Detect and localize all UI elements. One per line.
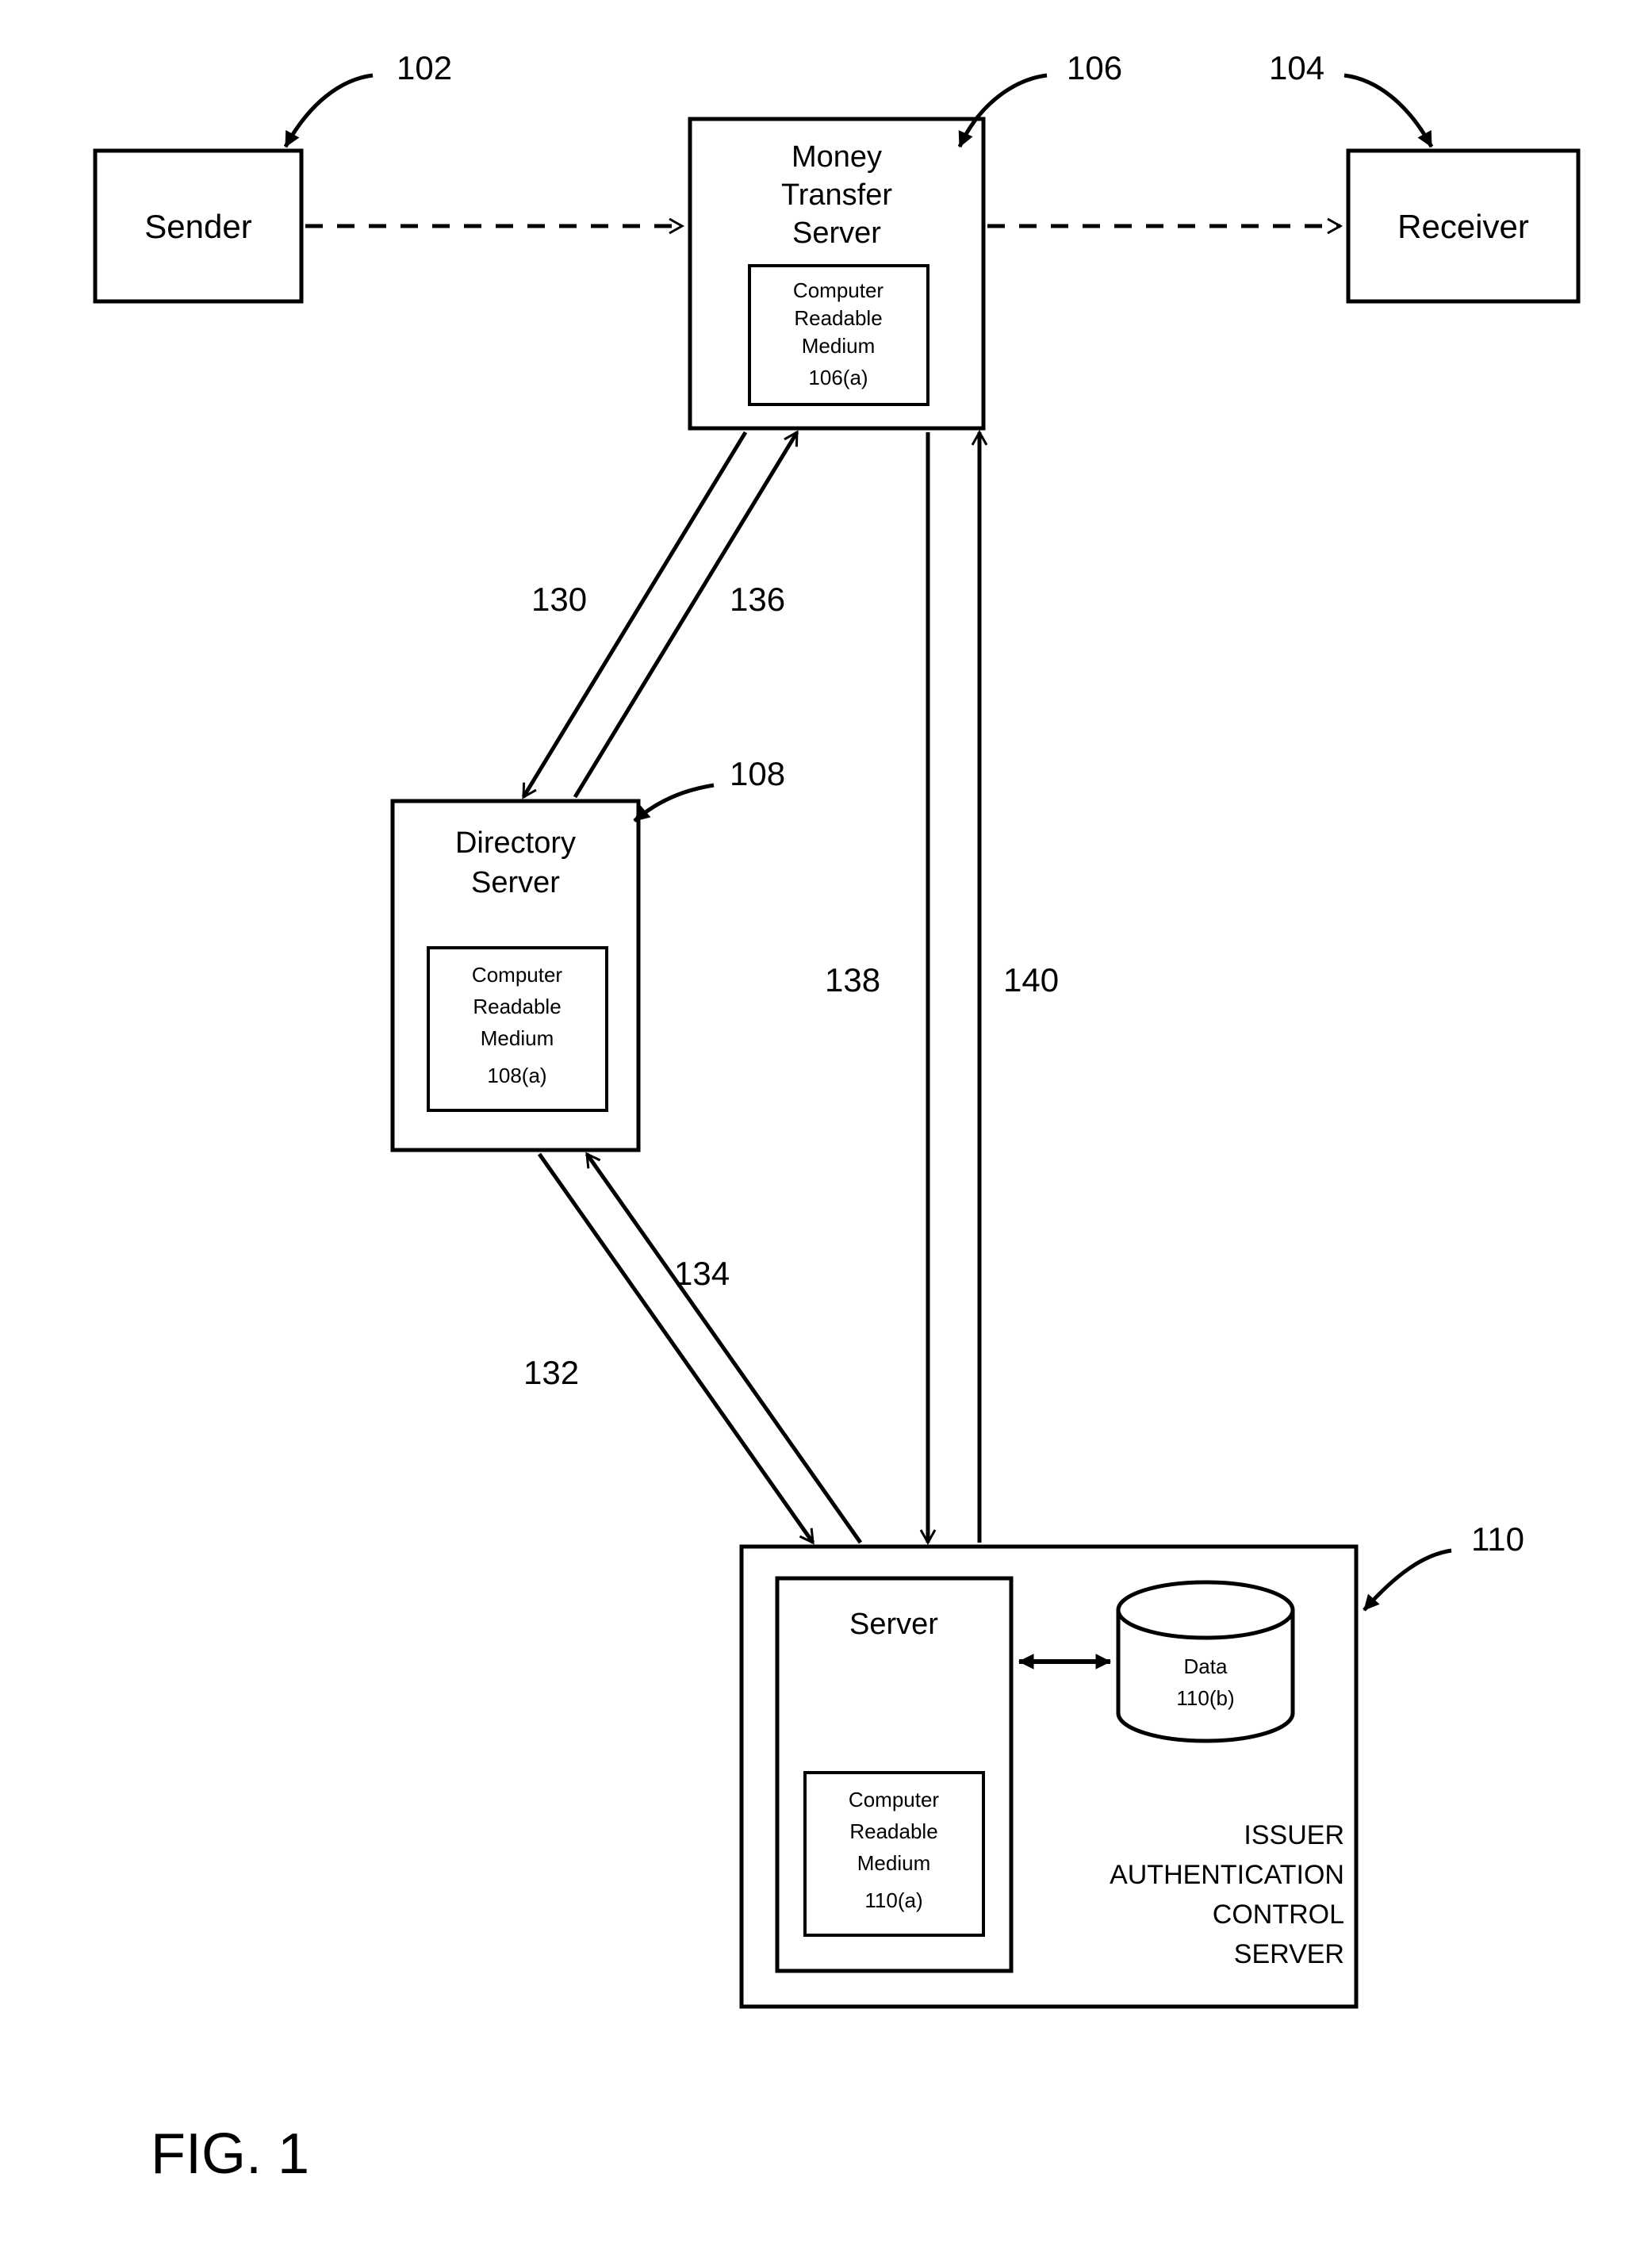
svg-text:Readable: Readable xyxy=(473,995,561,1018)
money-transfer-server-box: Money Transfer Server Computer Readable … xyxy=(690,119,983,428)
svg-text:Medium: Medium xyxy=(857,1851,930,1875)
sender-ref: 102 xyxy=(286,49,452,147)
svg-text:Computer: Computer xyxy=(472,963,562,987)
sender-box: Sender xyxy=(95,151,301,301)
directory-server-ref: 108 xyxy=(634,755,785,821)
svg-text:Computer: Computer xyxy=(849,1788,939,1811)
figure-label: FIG. 1 xyxy=(151,2122,309,2186)
svg-text:Transfer: Transfer xyxy=(781,178,892,212)
svg-text:102: 102 xyxy=(397,49,452,86)
receiver-ref: 104 xyxy=(1269,49,1432,147)
sender-label: Sender xyxy=(144,208,251,245)
mts-acs-arrows: 138 140 xyxy=(825,432,1059,1543)
issuer-auth-server-box: Server Computer Readable Medium 110(a) D… xyxy=(742,1547,1356,2007)
ds-acs-arrows: 134 132 xyxy=(523,1154,860,1543)
svg-text:Medium: Medium xyxy=(481,1026,554,1050)
svg-text:Server: Server xyxy=(849,1608,938,1641)
svg-text:136: 136 xyxy=(730,581,785,618)
receiver-box: Receiver xyxy=(1348,151,1578,301)
svg-text:104: 104 xyxy=(1269,49,1324,86)
directory-server-box: Directory Server Computer Readable Mediu… xyxy=(393,801,638,1150)
svg-text:106: 106 xyxy=(1067,49,1122,86)
svg-text:130: 130 xyxy=(531,581,587,618)
svg-text:132: 132 xyxy=(523,1354,579,1391)
svg-text:110: 110 xyxy=(1471,1520,1524,1558)
svg-text:Readable: Readable xyxy=(849,1819,937,1843)
svg-text:Medium: Medium xyxy=(802,334,875,358)
issuer-data-db-icon: Data 110(b) xyxy=(1118,1582,1293,1741)
svg-text:110(a): 110(a) xyxy=(864,1888,922,1912)
svg-text:Money: Money xyxy=(792,140,882,174)
svg-text:106(a): 106(a) xyxy=(808,366,868,389)
svg-text:134: 134 xyxy=(674,1255,730,1292)
svg-text:AUTHENTICATION: AUTHENTICATION xyxy=(1110,1860,1344,1890)
svg-text:Server: Server xyxy=(471,866,560,899)
svg-text:108(a): 108(a) xyxy=(487,1064,546,1087)
svg-text:ISSUER: ISSUER xyxy=(1244,1820,1344,1850)
svg-text:Data: Data xyxy=(1184,1654,1228,1678)
svg-text:110(b): 110(b) xyxy=(1176,1686,1234,1710)
svg-text:Readable: Readable xyxy=(794,306,882,330)
svg-text:Computer: Computer xyxy=(793,278,883,302)
svg-text:CONTROL: CONTROL xyxy=(1213,1900,1344,1930)
svg-text:Server: Server xyxy=(792,217,881,250)
svg-text:108: 108 xyxy=(730,755,785,792)
svg-text:SERVER: SERVER xyxy=(1234,1939,1344,1969)
svg-text:140: 140 xyxy=(1003,961,1059,999)
svg-text:138: 138 xyxy=(825,961,880,999)
issuer-ref: 110 xyxy=(1364,1520,1524,1610)
svg-text:Directory: Directory xyxy=(455,826,576,860)
mts-ds-arrows: 130 136 xyxy=(523,432,797,797)
receiver-label: Receiver xyxy=(1397,208,1529,245)
